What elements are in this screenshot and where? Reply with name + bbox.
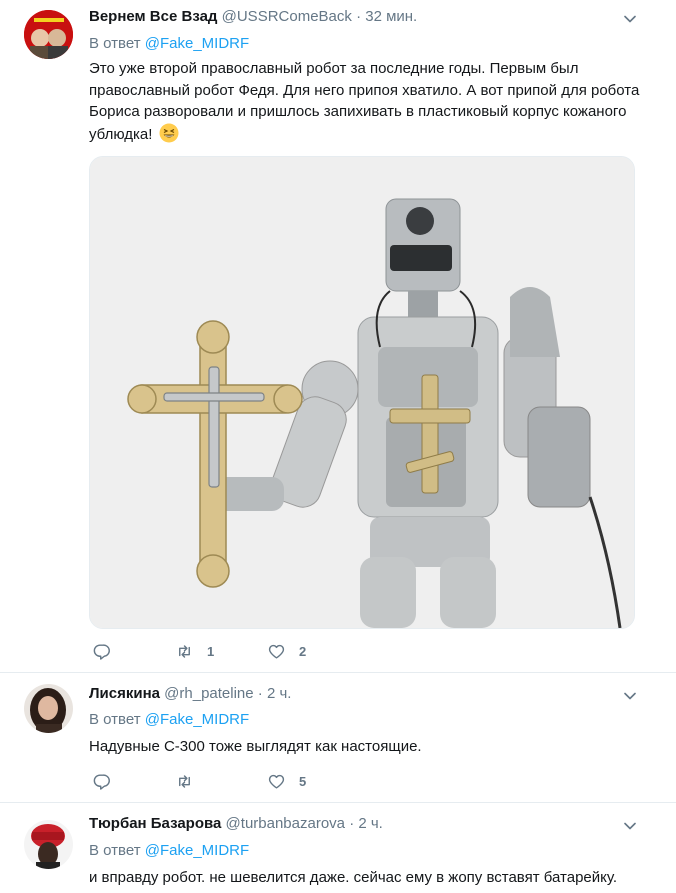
grinning-squinting-face-icon	[159, 123, 179, 142]
chevron-down-icon[interactable]	[622, 688, 638, 704]
tweet-time[interactable]: 2 ч.	[358, 815, 383, 832]
tweet-3[interactable]: Тюрбан Базарова @turbanbazarova · 2 ч. В…	[0, 802, 676, 893]
tweet-actions: 5	[89, 772, 609, 796]
reply-icon	[93, 774, 110, 790]
reply-to-link[interactable]: @Fake_MIDRF	[145, 711, 249, 728]
tweet-time[interactable]: 2 ч.	[267, 685, 292, 702]
author-handle[interactable]: @turbanbazarova	[226, 815, 345, 832]
reply-to-link[interactable]: @Fake_MIDRF	[145, 35, 249, 52]
reply-action[interactable]	[92, 772, 124, 791]
author-name[interactable]: Тюрбан Базарова	[89, 815, 221, 832]
tweet-text: Надувные С-300 тоже выглядят как настоящ…	[89, 738, 422, 755]
avatar-image	[24, 10, 73, 59]
reply-prefix: В ответ	[89, 711, 141, 728]
avatar-image	[24, 684, 73, 733]
reply-context: В ответ @Fake_MIDRF	[89, 710, 249, 730]
chevron-down-icon[interactable]	[622, 818, 638, 834]
author-name[interactable]: Вернем Все Взад	[89, 8, 217, 25]
retweet-icon	[179, 645, 190, 658]
tweet-time-separator: ·	[257, 685, 267, 702]
reply-prefix: В ответ	[89, 35, 141, 52]
tweet-time[interactable]: 32 мин.	[365, 8, 417, 25]
reply-prefix: В ответ	[89, 842, 141, 859]
retweet-icon	[179, 775, 190, 788]
tweet-2[interactable]: Лисякина @rh_pateline · 2 ч. В ответ @Fa…	[0, 672, 676, 803]
tweet-header: Тюрбан Базарова @turbanbazarova · 2 ч.	[89, 814, 383, 834]
like-action[interactable]: 2	[267, 642, 306, 661]
avatar[interactable]	[24, 10, 73, 59]
avatar-image	[24, 820, 73, 869]
tweet-text: и вправду робот. не шевелится даже. сейч…	[89, 869, 618, 886]
retweet-action[interactable]	[175, 772, 207, 791]
like-count: 5	[299, 774, 307, 789]
tweet-header: Вернем Все Взад @USSRComeBack · 32 мин.	[89, 7, 417, 27]
retweet-action[interactable]: 1	[175, 642, 214, 661]
avatar[interactable]	[24, 820, 73, 869]
heart-icon	[268, 774, 285, 789]
reply-context: В ответ @Fake_MIDRF	[89, 34, 249, 54]
tweet-header: Лисякина @rh_pateline · 2 ч.	[89, 684, 291, 704]
tweet-text: Это уже второй православный робот за пос…	[89, 58, 644, 145]
tweet-time-separator: ·	[349, 815, 359, 832]
reply-icon	[93, 644, 110, 660]
author-handle[interactable]: @rh_pateline	[164, 685, 253, 702]
reply-action[interactable]	[92, 642, 124, 661]
heart-icon	[268, 644, 285, 659]
tweet-time-separator: ·	[356, 8, 366, 25]
tweet-media-image[interactable]	[89, 156, 635, 629]
reply-to-link[interactable]: @Fake_MIDRF	[145, 842, 249, 859]
tweet-1[interactable]: Вернем Все Взад @USSRComeBack · 32 мин. …	[0, 0, 676, 673]
author-name[interactable]: Лисякина	[89, 685, 160, 702]
retweet-count: 1	[207, 644, 215, 659]
chevron-down-icon[interactable]	[622, 11, 638, 27]
reply-context: В ответ @Fake_MIDRF	[89, 841, 249, 861]
avatar[interactable]	[24, 684, 73, 733]
tweet-actions: 1 2	[89, 642, 609, 666]
robot-photo	[90, 157, 634, 628]
like-count: 2	[299, 644, 307, 659]
author-handle[interactable]: @USSRComeBack	[222, 8, 352, 25]
like-action[interactable]: 5	[267, 772, 306, 791]
